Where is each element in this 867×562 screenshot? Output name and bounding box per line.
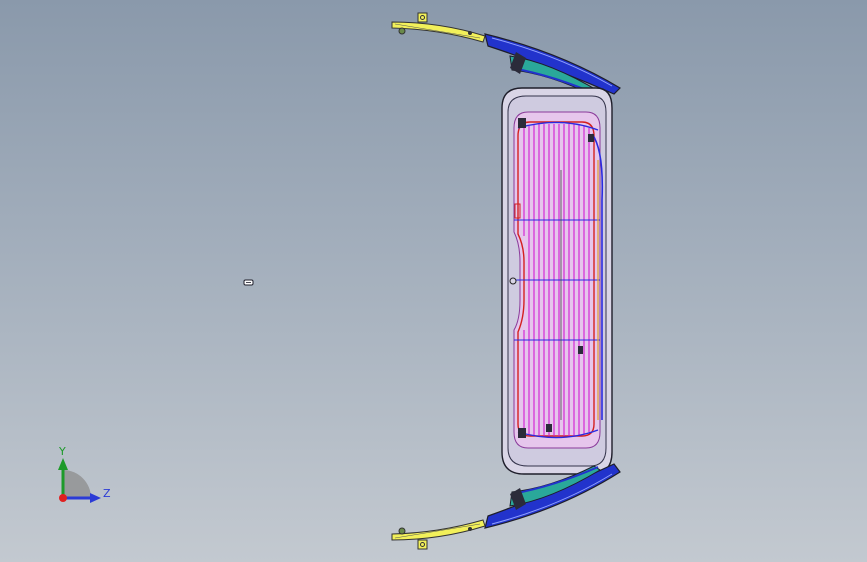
top-spoiler-trim[interactable] [484, 33, 621, 97]
top-hinge-bracket[interactable] [391, 12, 486, 43]
y-axis-label: Y [58, 445, 66, 458]
coordinate-triad: Y Z [58, 445, 111, 503]
bottom-hinge-bracket[interactable] [391, 519, 486, 550]
small-clip[interactable] [243, 279, 254, 286]
z-axis-label: Z [103, 487, 111, 500]
triad-plane-arc [63, 470, 91, 498]
origin-dot [59, 494, 67, 502]
cad-viewport[interactable]: Y Z [0, 0, 867, 562]
